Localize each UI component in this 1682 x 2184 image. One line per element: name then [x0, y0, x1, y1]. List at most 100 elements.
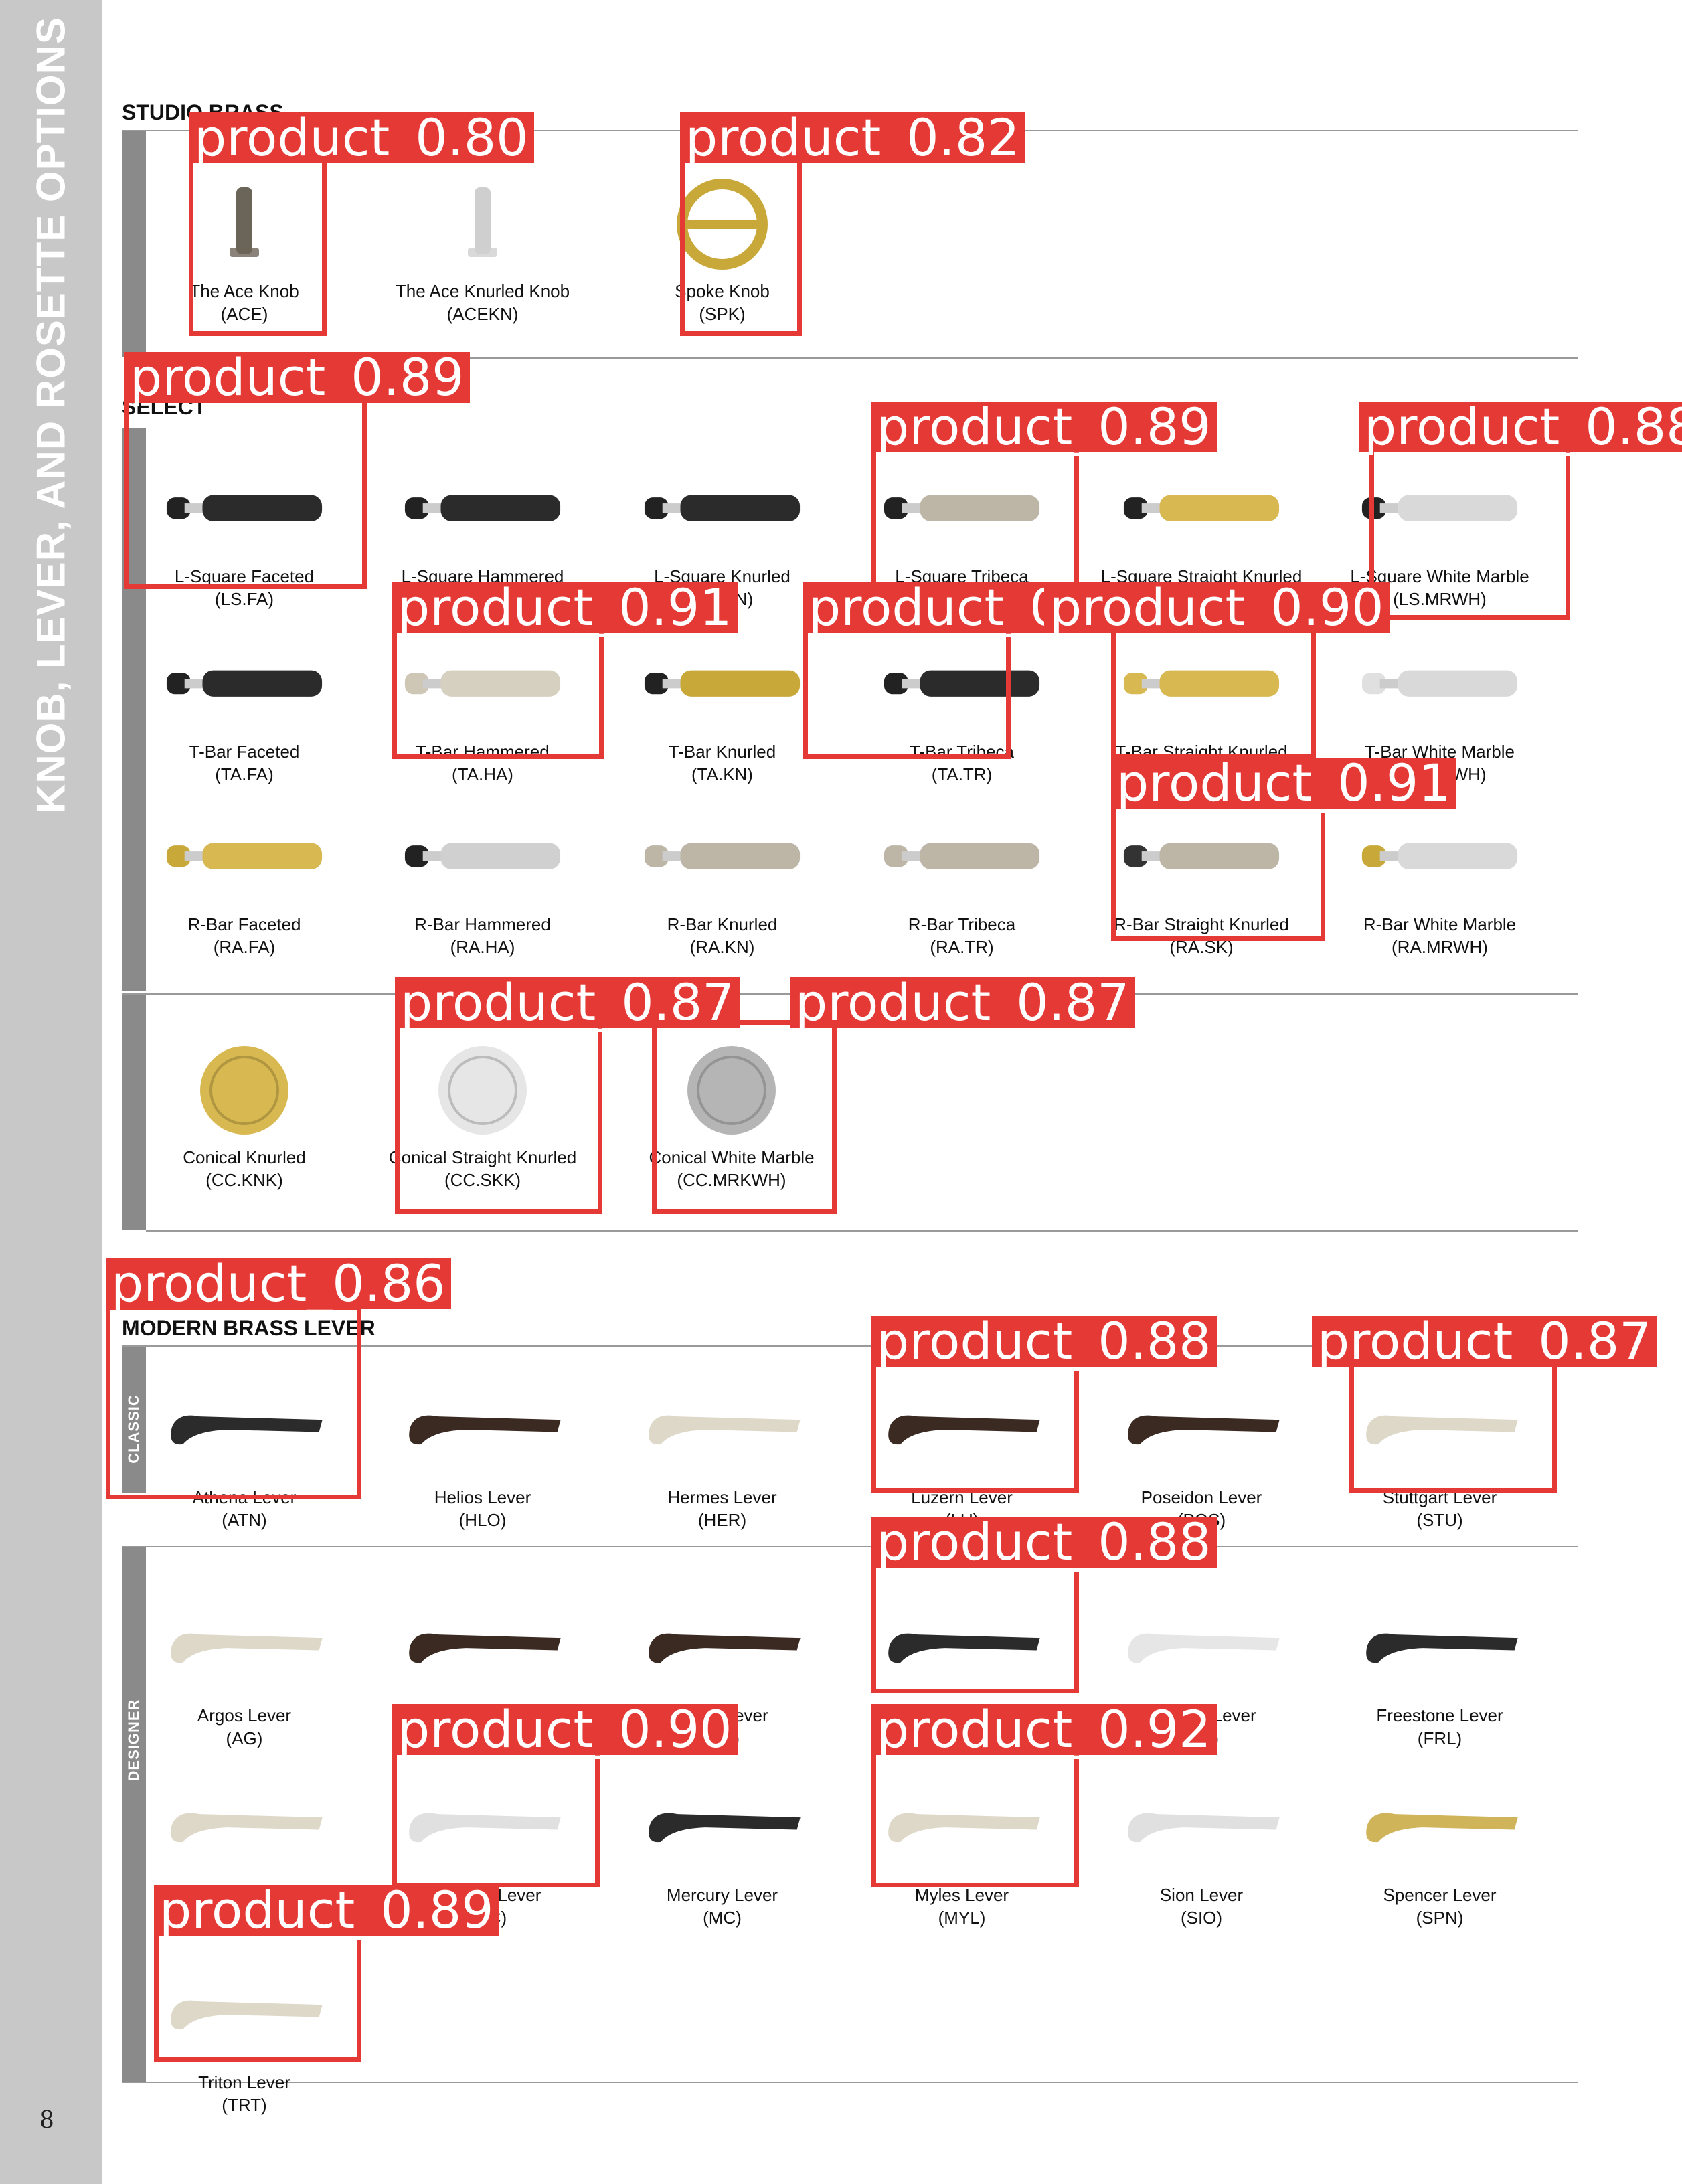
sidebar-title: KNOB, LEVER, AND ROSETTE OPTIONS	[28, 17, 74, 813]
detection-box	[680, 155, 802, 336]
sidebar: KNOB, LEVER, AND ROSETTE OPTIONS 8	[0, 0, 102, 2184]
product-image	[1118, 459, 1285, 560]
product-card[interactable]: Conical Knurled (CC.KNK)	[141, 1027, 348, 1197]
detection-label: product_0.87	[1312, 1316, 1657, 1367]
detection-label: product_0.89	[124, 352, 470, 403]
product-card[interactable]: R-Bar Knurled (RA.KN)	[618, 794, 826, 964]
product-image	[1356, 635, 1523, 735]
product-name: Hermes Lever	[667, 1487, 777, 1507]
product-image	[161, 1040, 328, 1141]
product-image	[878, 807, 1045, 908]
product-name: R-Bar Tribeca	[908, 914, 1016, 934]
product-image	[1118, 1598, 1285, 1699]
product-card[interactable]: The Ace Knurled Knob (ACEKN)	[379, 161, 586, 331]
product-image	[1356, 1598, 1523, 1699]
product-card[interactable]: Hermes Lever (HER)	[618, 1367, 826, 1537]
product-image	[639, 1778, 806, 1878]
detection-label: product_0.90	[392, 1704, 738, 1755]
product-name: Mercury Lever	[666, 1885, 778, 1905]
product-image	[161, 1778, 328, 1878]
product-card[interactable]: R-Bar White Marble (RA.MRWH)	[1336, 794, 1543, 964]
product-name: Argos Lever	[197, 1705, 292, 1726]
product-code: (RA.KN)	[689, 937, 755, 957]
product-image	[1356, 1778, 1523, 1878]
product-name: Triton Lever	[198, 2072, 290, 2092]
product-image	[639, 1598, 806, 1699]
detection-label: product_0.90	[1044, 582, 1390, 633]
product-code: (LS.FA)	[214, 589, 274, 609]
page-number: 8	[40, 2104, 54, 2134]
product-image	[399, 1598, 566, 1699]
product-name: Myles Lever	[914, 1885, 1009, 1905]
detection-box	[652, 1020, 837, 1214]
product-code: (MYL)	[938, 1908, 986, 1928]
product-code: (CC.KNK)	[205, 1170, 283, 1190]
product-image	[1356, 807, 1523, 908]
detection-label: product_0.91	[1111, 758, 1456, 809]
detection-box	[871, 1747, 1079, 1887]
detection-box	[392, 1747, 600, 1887]
product-name: Spencer Lever	[1383, 1885, 1497, 1905]
product-card[interactable]: R-Bar Faceted (RA.FA)	[141, 794, 348, 964]
detection-box	[124, 395, 367, 589]
product-name: Sion Lever	[1159, 1885, 1244, 1905]
product-image	[161, 807, 328, 908]
product-card[interactable]: Sion Lever (SIO)	[1098, 1764, 1305, 1935]
product-code: (HLO)	[458, 1510, 507, 1530]
product-code: (RA.HA)	[450, 937, 515, 957]
product-code: (FRL)	[1417, 1728, 1462, 1748]
product-code: (SIO)	[1180, 1908, 1223, 1928]
product-image	[639, 459, 806, 560]
product-card[interactable]: T-Bar Knurled (TA.KN)	[618, 621, 826, 792]
divider	[122, 1546, 1578, 1547]
detection-label: product_0.88	[871, 1316, 1217, 1367]
product-code: (ATN)	[222, 1510, 267, 1530]
product-image	[639, 635, 806, 735]
detection-label: product_0.88	[1359, 402, 1682, 452]
product-code: (AG)	[226, 1728, 263, 1748]
product-card[interactable]: R-Bar Tribeca (RA.TR)	[858, 794, 1066, 964]
product-card[interactable]: Spencer Lever (SPN)	[1336, 1764, 1543, 1935]
product-name: Helios Lever	[434, 1487, 531, 1507]
detection-box	[871, 1359, 1079, 1493]
product-card[interactable]: Freestone Lever (FRL)	[1336, 1585, 1543, 1756]
product-image	[399, 174, 566, 274]
product-code: (STU)	[1416, 1510, 1463, 1530]
product-code: (MC)	[703, 1908, 742, 1928]
product-name: T-Bar Knurled	[668, 742, 776, 762]
detection-box	[1369, 446, 1570, 620]
detection-box	[395, 1020, 602, 1214]
product-code: (RA.MRWH)	[1392, 937, 1488, 957]
detection-box	[189, 155, 327, 336]
product-card[interactable]: Helios Lever (HLO)	[379, 1367, 586, 1537]
product-image	[399, 807, 566, 908]
product-name: R-Bar Hammered	[414, 914, 551, 934]
product-card[interactable]: R-Bar Hammered (RA.HA)	[379, 794, 586, 964]
product-card[interactable]: T-Bar Faceted (TA.FA)	[141, 621, 348, 792]
product-image	[1118, 1778, 1285, 1878]
product-card[interactable]: Argos Lever (AG)	[141, 1585, 348, 1756]
detection-label: product_0.89	[871, 402, 1217, 452]
product-card[interactable]: Mercury Lever (MC)	[618, 1764, 826, 1935]
detection-box	[106, 1305, 361, 1499]
product-name: The Ace Knurled Knob	[395, 281, 570, 301]
product-code: (TA.KN)	[691, 764, 753, 784]
product-image	[161, 1598, 328, 1699]
product-code: (TA.FA)	[215, 764, 274, 784]
product-image	[639, 1380, 806, 1481]
detection-label: product_0.92	[871, 1704, 1217, 1755]
product-name: R-Bar Faceted	[187, 914, 301, 934]
product-code: (HER)	[697, 1510, 747, 1530]
product-code: (TRT)	[222, 2095, 267, 2115]
product-image	[161, 635, 328, 735]
detection-box	[1349, 1359, 1557, 1493]
product-name: Freestone Lever	[1376, 1705, 1503, 1726]
detection-label: product_0.86	[106, 1258, 451, 1309]
detection-label: product_0.87	[790, 977, 1135, 1028]
product-code: (TA.HA)	[452, 764, 513, 784]
product-name: R-Bar Knurled	[667, 914, 778, 934]
product-code: (TA.TR)	[931, 764, 993, 784]
detection-box	[154, 1928, 361, 2062]
product-image	[399, 459, 566, 560]
product-image	[639, 807, 806, 908]
